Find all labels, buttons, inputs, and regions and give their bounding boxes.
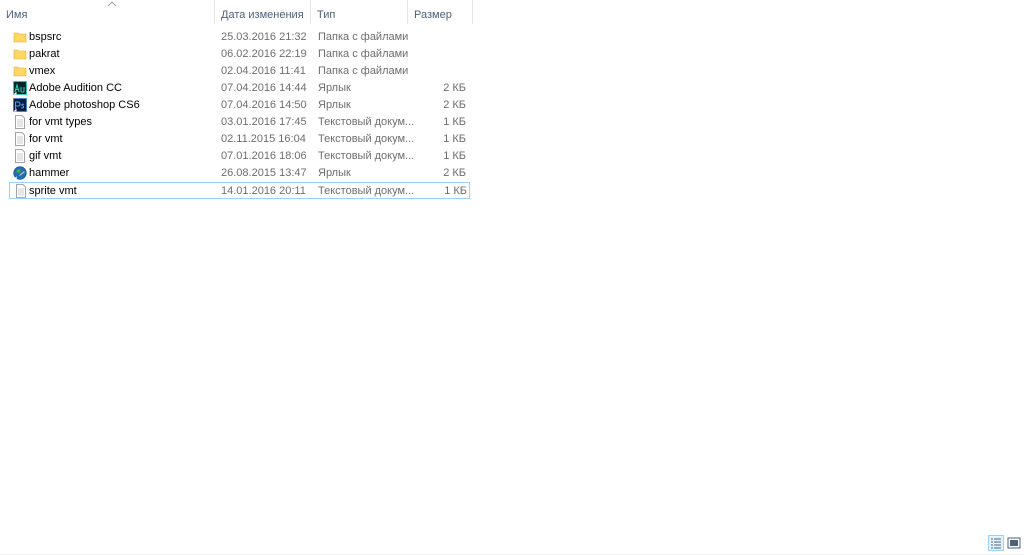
file-size: 1 КБ xyxy=(443,133,466,145)
file-date: 25.03.2016 21:32 xyxy=(221,31,307,43)
file-type: Текстовый докум... xyxy=(318,133,415,145)
file-date: 02.11.2015 16:04 xyxy=(221,133,306,145)
file-row[interactable]: vmex 02.04.2016 11:41 Папка с файлами xyxy=(0,63,474,80)
file-type: Текстовый докум... xyxy=(318,150,415,162)
file-type: Ярлык xyxy=(318,82,351,94)
file-date: 03.01.2016 17:45 xyxy=(221,116,307,128)
file-size: 1 КБ xyxy=(444,185,467,197)
file-row[interactable]: hammer 26.08.2015 13:47 Ярлык 2 КБ xyxy=(0,165,474,182)
thumbnail-view-icon xyxy=(1007,537,1021,549)
details-view-button[interactable] xyxy=(988,535,1004,551)
text-file-icon xyxy=(15,115,25,129)
file-type: Папка с файлами xyxy=(318,31,409,43)
file-size: 2 КБ xyxy=(443,99,466,111)
file-type: Ярлык xyxy=(318,99,351,111)
file-name: gif vmt xyxy=(29,150,62,162)
file-date: 07.04.2016 14:44 xyxy=(221,82,307,94)
file-date: 02.04.2016 11:41 xyxy=(221,65,306,77)
file-date: 26.08.2015 13:47 xyxy=(221,167,307,179)
file-date: 07.01.2016 18:06 xyxy=(221,150,307,162)
file-type: Текстовый докум... xyxy=(318,116,415,128)
file-size: 1 КБ xyxy=(443,116,466,128)
file-row[interactable]: Adobe Audition CC 07.04.2016 14:44 Ярлык… xyxy=(0,80,474,97)
view-mode-switcher xyxy=(988,535,1022,553)
file-name: vmex xyxy=(29,65,56,77)
file-date: 07.04.2016 14:50 xyxy=(221,99,307,111)
text-file-icon xyxy=(16,184,26,198)
file-row[interactable]: for vmt types 03.01.2016 17:45 Текстовый… xyxy=(0,114,474,131)
column-header-name[interactable]: Имя xyxy=(0,0,215,24)
folder-icon xyxy=(13,32,27,43)
file-name: for vmt types xyxy=(29,116,92,128)
file-date: 14.01.2016 20:11 xyxy=(221,185,306,197)
folder-icon xyxy=(13,49,27,60)
file-name: hammer xyxy=(29,167,70,179)
file-row-selected[interactable]: sprite vmt 14.01.2016 20:11 Текстовый до… xyxy=(9,182,470,199)
file-name: pakrat xyxy=(29,48,60,60)
text-file-icon xyxy=(15,132,25,146)
file-row[interactable]: gif vmt 07.01.2016 18:06 Текстовый докум… xyxy=(0,148,474,165)
file-row[interactable]: for vmt 02.11.2015 16:04 Текстовый докум… xyxy=(0,131,474,148)
hammer-icon xyxy=(13,166,27,180)
file-size: 2 КБ xyxy=(443,167,466,179)
photoshop-icon xyxy=(13,98,27,112)
large-icons-view-button[interactable] xyxy=(1006,535,1022,551)
file-type: Папка с файлами xyxy=(318,65,409,77)
details-view-icon xyxy=(991,538,1001,549)
folder-icon xyxy=(13,66,27,77)
file-name: Adobe photoshop CS6 xyxy=(29,99,140,111)
column-header-type[interactable]: Тип xyxy=(311,0,408,24)
file-row[interactable]: pakrat 06.02.2016 22:19 Папка с файлами xyxy=(0,46,474,63)
file-row[interactable]: Adobe photoshop CS6 07.04.2016 14:50 Ярл… xyxy=(0,97,474,114)
file-row[interactable]: bspsrc 25.03.2016 21:32 Папка с файлами xyxy=(0,29,474,46)
file-list: bspsrc 25.03.2016 21:32 Папка с файлами … xyxy=(0,29,474,199)
column-header-size[interactable]: Размер xyxy=(408,0,473,24)
file-name: for vmt xyxy=(29,133,63,145)
file-size: 2 КБ xyxy=(443,82,466,94)
file-name: sprite vmt xyxy=(29,185,77,197)
file-size: 1 КБ xyxy=(443,150,466,162)
file-type: Текстовый докум... xyxy=(318,185,415,197)
file-date: 06.02.2016 22:19 xyxy=(221,48,307,60)
file-type: Папка с файлами xyxy=(318,48,409,60)
audition-icon xyxy=(13,81,27,95)
column-header-date[interactable]: Дата изменения xyxy=(215,0,311,24)
file-type: Ярлык xyxy=(318,167,351,179)
sort-ascending-icon xyxy=(107,1,117,7)
file-name: Adobe Audition CC xyxy=(29,82,122,94)
file-name: bspsrc xyxy=(29,31,62,43)
text-file-icon xyxy=(15,149,25,163)
column-header-bar: Имя Дата изменения Тип Размер xyxy=(0,0,474,24)
